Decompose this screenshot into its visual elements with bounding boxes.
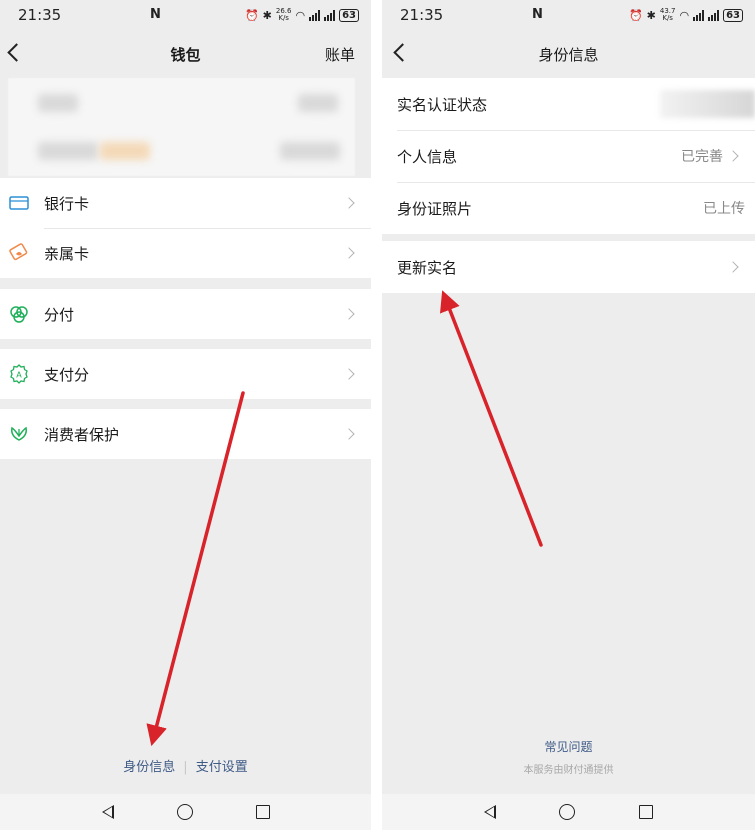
update-group: 更新实名 xyxy=(382,241,755,293)
nav-bar: 身份信息 xyxy=(382,30,755,78)
verification-status-row: 实名认证状态 xyxy=(382,78,755,130)
chevron-right-icon xyxy=(343,308,355,320)
status-bar: 21:35 N ⏰ ✱ 26.6 K/s ◠ 63 xyxy=(0,0,371,30)
back-icon[interactable] xyxy=(393,43,412,62)
menu-item-bank-card[interactable]: 银行卡 xyxy=(0,178,371,228)
menu-item-family-card[interactable]: 亲属卡 xyxy=(0,228,371,278)
nav-back-icon[interactable] xyxy=(483,805,496,819)
nav-recent-icon[interactable] xyxy=(255,805,270,819)
installment-group: 分付 xyxy=(0,289,371,339)
identity-details-group: 实名认证状态 个人信息 已完善 身份证照片 已上传 xyxy=(382,78,755,234)
network-speed: 43.7 K/s xyxy=(659,7,676,22)
battery-icon: 63 xyxy=(339,8,359,22)
chevron-right-icon xyxy=(343,428,355,440)
installment-icon xyxy=(10,306,28,323)
chevron-right-icon xyxy=(343,368,355,380)
alarm-icon: ⏰ xyxy=(628,8,643,22)
menu-item-label: 支付分 xyxy=(44,365,90,384)
nav-bar: 钱包 账单 xyxy=(0,30,371,78)
page-title: 钱包 xyxy=(170,45,201,64)
update-real-name-row[interactable]: 更新实名 xyxy=(382,241,755,293)
system-nav-bar xyxy=(382,794,755,830)
menu-item-label: 分付 xyxy=(44,305,75,324)
signal-icon-2 xyxy=(708,9,720,21)
bluetooth-icon: ✱ xyxy=(646,8,656,22)
card-group: 银行卡 亲属卡 xyxy=(0,178,371,278)
bill-link[interactable]: 账单 xyxy=(325,44,355,65)
system-nav-bar xyxy=(0,794,371,830)
nfc-icon: N xyxy=(150,7,161,22)
page-title: 身份信息 xyxy=(538,45,599,64)
chevron-right-icon xyxy=(727,261,739,273)
nav-home-icon[interactable] xyxy=(559,804,576,820)
pay-settings-link[interactable]: 支付设置 xyxy=(196,760,248,775)
battery-icon: 63 xyxy=(723,8,743,22)
menu-item-pay-score[interactable]: A 支付分 xyxy=(0,349,371,399)
clock: 21:35 xyxy=(18,6,62,24)
svg-text:A: A xyxy=(16,371,22,380)
back-icon[interactable] xyxy=(7,43,26,62)
row-value: 已完善 xyxy=(681,149,723,165)
clock: 21:35 xyxy=(400,6,444,24)
menu-item-label: 亲属卡 xyxy=(44,244,90,263)
row-value: 已上传 xyxy=(703,201,745,217)
row-label: 更新实名 xyxy=(397,258,458,277)
bank-card-icon xyxy=(9,196,29,210)
signal-icon xyxy=(309,9,321,21)
wallet-screen: 21:35 N ⏰ ✱ 26.6 K/s ◠ 63 钱包 账单 银行卡 亲属卡 … xyxy=(0,0,371,830)
chevron-right-icon xyxy=(343,197,355,209)
consumer-protection-icon xyxy=(11,426,27,441)
provider-note: 本服务由财付通提供 xyxy=(523,765,614,776)
faq-link[interactable]: 常见问题 xyxy=(382,738,755,755)
chevron-right-icon xyxy=(727,150,739,162)
bluetooth-icon: ✱ xyxy=(262,8,272,22)
nav-home-icon[interactable] xyxy=(176,804,193,820)
nfc-icon: N xyxy=(532,7,543,22)
row-label: 个人信息 xyxy=(397,147,458,166)
signal-icon xyxy=(693,9,705,21)
protection-group: 消费者保护 xyxy=(0,409,371,459)
pay-score-group: A 支付分 xyxy=(0,349,371,399)
pay-score-icon: A xyxy=(10,364,28,384)
identity-info-link[interactable]: 身份信息 xyxy=(123,760,175,775)
footer-links: 身份信息 | 支付设置 xyxy=(0,756,371,775)
row-label: 身份证照片 xyxy=(397,199,473,218)
blurred-status-value xyxy=(660,90,755,118)
nav-recent-icon[interactable] xyxy=(639,805,654,819)
menu-item-label: 消费者保护 xyxy=(44,425,120,444)
network-speed: 26.6 K/s xyxy=(275,7,292,22)
nav-back-icon[interactable] xyxy=(101,805,114,819)
menu-item-consumer-protection[interactable]: 消费者保护 xyxy=(0,409,371,459)
alarm-icon: ⏰ xyxy=(244,8,259,22)
menu-item-installment[interactable]: 分付 xyxy=(0,289,371,339)
signal-icon-2 xyxy=(324,9,336,21)
chevron-right-icon xyxy=(343,247,355,259)
blurred-balance-card xyxy=(8,78,355,176)
id-photo-row: 身份证照片 已上传 xyxy=(382,182,755,234)
menu-item-label: 银行卡 xyxy=(44,194,90,213)
wifi-icon: ◠ xyxy=(295,8,306,22)
wifi-icon: ◠ xyxy=(679,8,690,22)
personal-info-row[interactable]: 个人信息 已完善 xyxy=(382,130,755,182)
family-card-icon xyxy=(9,243,28,261)
row-label: 实名认证状态 xyxy=(397,95,488,114)
status-bar: 21:35 N ⏰ ✱ 43.7 K/s ◠ 63 xyxy=(382,0,755,30)
identity-screen: 21:35 N ⏰ ✱ 43.7 K/s ◠ 63 身份信息 实名认证状态 个人信… xyxy=(382,0,755,830)
divider: | xyxy=(183,760,188,775)
